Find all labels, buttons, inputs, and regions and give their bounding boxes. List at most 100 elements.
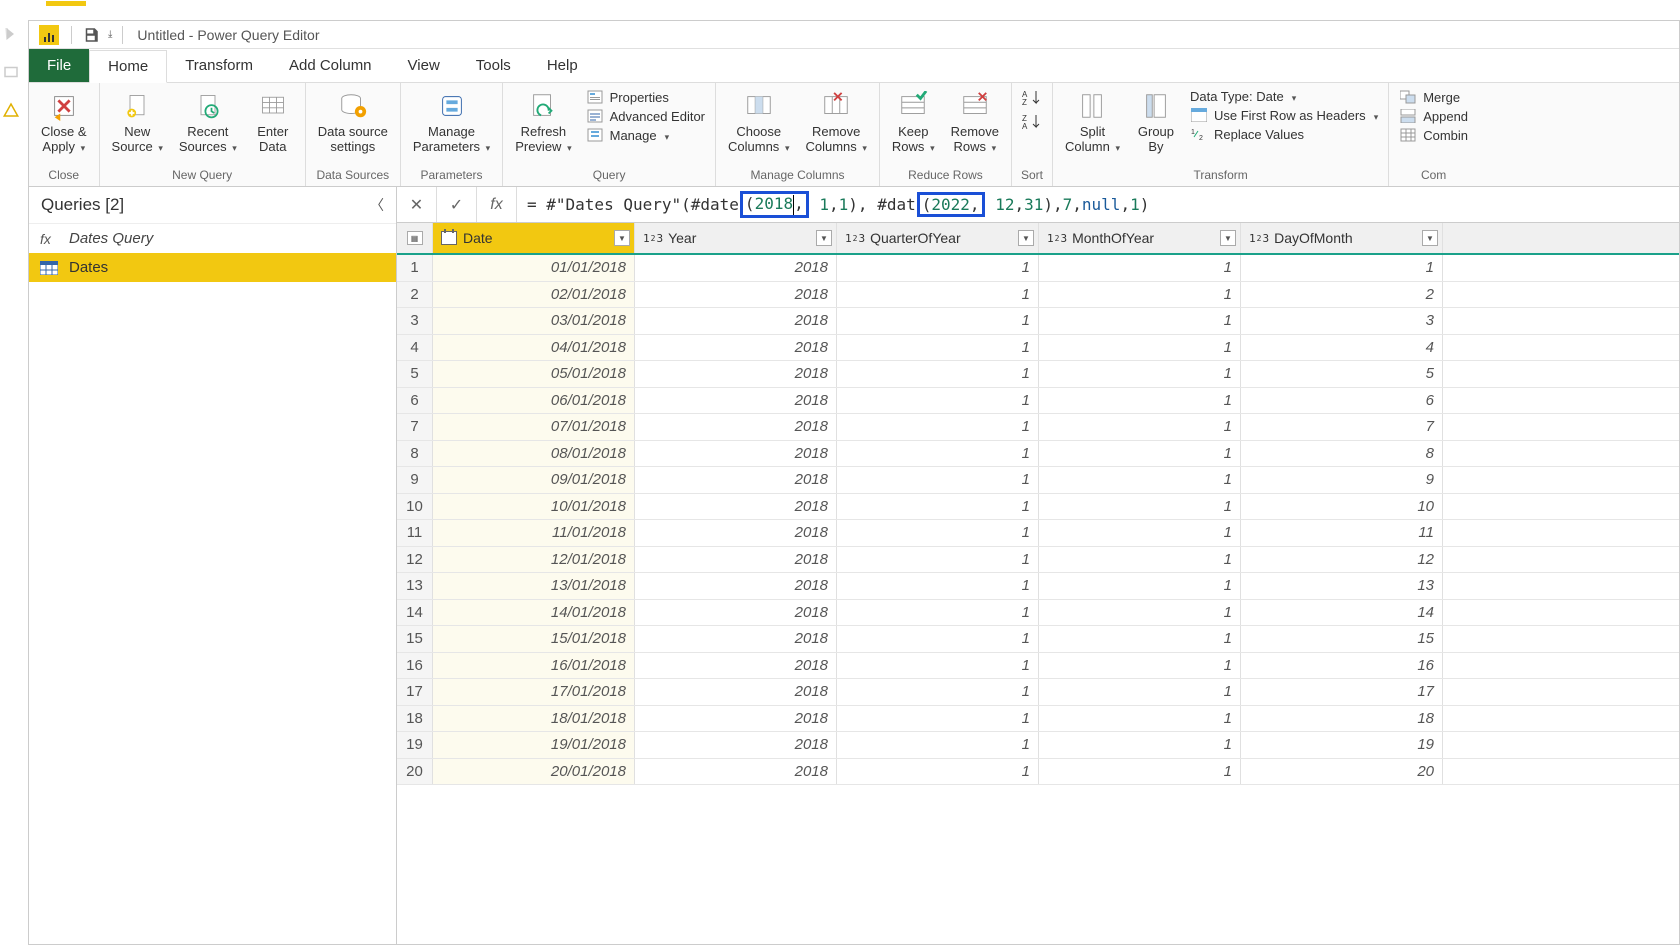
cell-month[interactable]: 1 — [1039, 520, 1241, 546]
save-icon[interactable] — [82, 26, 100, 44]
cell-year[interactable]: 2018 — [635, 467, 837, 493]
cell-quarter[interactable]: 1 — [837, 600, 1039, 626]
tab-home[interactable]: Home — [89, 50, 167, 83]
query-item[interactable]: fxDates Query — [29, 224, 396, 253]
table-row[interactable]: 1313/01/201820181113 — [397, 573, 1679, 600]
cell-day[interactable]: 4 — [1241, 335, 1443, 361]
qat-dropdown[interactable]: ⤓ — [108, 29, 112, 40]
cell-month[interactable]: 1 — [1039, 361, 1241, 387]
replace-values-button[interactable]: 12 Replace Values — [1190, 126, 1378, 142]
col-filter-date[interactable]: ▼ — [614, 230, 630, 246]
new-source-button[interactable]: New Source — [106, 87, 169, 157]
table-row[interactable]: 404/01/20182018114 — [397, 335, 1679, 362]
cell-year[interactable]: 2018 — [635, 759, 837, 785]
corner-cell[interactable]: ▦ — [397, 223, 433, 253]
table-row[interactable]: 303/01/20182018113 — [397, 308, 1679, 335]
cell-quarter[interactable]: 1 — [837, 626, 1039, 652]
tab-view[interactable]: View — [390, 49, 458, 82]
query-item[interactable]: Dates — [29, 253, 396, 282]
cell-date[interactable]: 11/01/2018 — [433, 520, 635, 546]
cell-day[interactable]: 17 — [1241, 679, 1443, 705]
col-filter-year[interactable]: ▼ — [816, 230, 832, 246]
cell-year[interactable]: 2018 — [635, 494, 837, 520]
properties-button[interactable]: Properties — [586, 89, 705, 105]
cell-month[interactable]: 1 — [1039, 600, 1241, 626]
cell-year[interactable]: 2018 — [635, 335, 837, 361]
cell-month[interactable]: 1 — [1039, 308, 1241, 334]
cell-date[interactable]: 19/01/2018 — [433, 732, 635, 758]
col-header-date[interactable]: Date ▼ — [433, 223, 635, 253]
cell-month[interactable]: 1 — [1039, 653, 1241, 679]
col-filter-month[interactable]: ▼ — [1220, 230, 1236, 246]
cell-date[interactable]: 07/01/2018 — [433, 414, 635, 440]
merge-queries-button[interactable]: Merge — [1399, 89, 1468, 105]
cell-month[interactable]: 1 — [1039, 706, 1241, 732]
cell-year[interactable]: 2018 — [635, 573, 837, 599]
cell-year[interactable]: 2018 — [635, 282, 837, 308]
cell-quarter[interactable]: 1 — [837, 679, 1039, 705]
cell-day[interactable]: 9 — [1241, 467, 1443, 493]
cell-quarter[interactable]: 1 — [837, 573, 1039, 599]
cell-quarter[interactable]: 1 — [837, 335, 1039, 361]
cell-month[interactable]: 1 — [1039, 414, 1241, 440]
cell-day[interactable]: 8 — [1241, 441, 1443, 467]
cell-date[interactable]: 04/01/2018 — [433, 335, 635, 361]
first-row-headers-button[interactable]: Use First Row as Headers — [1190, 107, 1378, 123]
table-row[interactable]: 606/01/20182018116 — [397, 388, 1679, 415]
table-row[interactable]: 808/01/20182018118 — [397, 441, 1679, 468]
table-row[interactable]: 1919/01/201820181119 — [397, 732, 1679, 759]
manage-parameters-button[interactable]: Manage Parameters — [407, 87, 496, 157]
cell-month[interactable]: 1 — [1039, 494, 1241, 520]
table-row[interactable]: 505/01/20182018115 — [397, 361, 1679, 388]
cell-date[interactable]: 14/01/2018 — [433, 600, 635, 626]
cell-year[interactable]: 2018 — [635, 414, 837, 440]
cell-year[interactable]: 2018 — [635, 679, 837, 705]
cell-quarter[interactable]: 1 — [837, 653, 1039, 679]
cell-day[interactable]: 20 — [1241, 759, 1443, 785]
cell-date[interactable]: 05/01/2018 — [433, 361, 635, 387]
choose-columns-button[interactable]: Choose Columns — [722, 87, 795, 157]
table-row[interactable]: 101/01/20182018111 — [397, 255, 1679, 282]
cell-quarter[interactable]: 1 — [837, 255, 1039, 281]
cell-month[interactable]: 1 — [1039, 547, 1241, 573]
cell-year[interactable]: 2018 — [635, 441, 837, 467]
cell-day[interactable]: 11 — [1241, 520, 1443, 546]
tab-file[interactable]: File — [29, 49, 89, 82]
cell-date[interactable]: 06/01/2018 — [433, 388, 635, 414]
table-row[interactable]: 1616/01/201820181116 — [397, 653, 1679, 680]
cell-day[interactable]: 2 — [1241, 282, 1443, 308]
table-row[interactable]: 909/01/20182018119 — [397, 467, 1679, 494]
manage-query-button[interactable]: Manage — [586, 127, 705, 143]
cell-date[interactable]: 02/01/2018 — [433, 282, 635, 308]
cell-day[interactable]: 6 — [1241, 388, 1443, 414]
cell-date[interactable]: 15/01/2018 — [433, 626, 635, 652]
data-source-settings-button[interactable]: Data source settings — [312, 87, 394, 157]
cell-month[interactable]: 1 — [1039, 255, 1241, 281]
col-header-day[interactable]: 123 DayOfMonth ▼ — [1241, 223, 1443, 253]
cell-month[interactable]: 1 — [1039, 467, 1241, 493]
formula-input[interactable]: = #"Dates Query"(#date (2018, 1, 1), #da… — [517, 187, 1679, 222]
cell-year[interactable]: 2018 — [635, 308, 837, 334]
data-grid[interactable]: ▦ Date ▼ 123 Year ▼ 123 QuarterOfYear — [397, 223, 1679, 944]
table-row[interactable]: 707/01/20182018117 — [397, 414, 1679, 441]
tab-add-column[interactable]: Add Column — [271, 49, 390, 82]
tab-transform[interactable]: Transform — [167, 49, 271, 82]
table-row[interactable]: 1111/01/201820181111 — [397, 520, 1679, 547]
table-row[interactable]: 1717/01/201820181117 — [397, 679, 1679, 706]
refresh-preview-button[interactable]: Refresh Preview — [509, 87, 577, 157]
cell-quarter[interactable]: 1 — [837, 361, 1039, 387]
cell-quarter[interactable]: 1 — [837, 547, 1039, 573]
cell-day[interactable]: 13 — [1241, 573, 1443, 599]
cell-day[interactable]: 7 — [1241, 414, 1443, 440]
cell-date[interactable]: 17/01/2018 — [433, 679, 635, 705]
cell-month[interactable]: 1 — [1039, 441, 1241, 467]
cell-quarter[interactable]: 1 — [837, 388, 1039, 414]
cell-date[interactable]: 03/01/2018 — [433, 308, 635, 334]
commit-formula-button[interactable]: ✓ — [437, 187, 477, 222]
table-row[interactable]: 1010/01/201820181110 — [397, 494, 1679, 521]
cell-year[interactable]: 2018 — [635, 255, 837, 281]
cell-quarter[interactable]: 1 — [837, 414, 1039, 440]
cell-month[interactable]: 1 — [1039, 335, 1241, 361]
cell-date[interactable]: 08/01/2018 — [433, 441, 635, 467]
cell-year[interactable]: 2018 — [635, 600, 837, 626]
